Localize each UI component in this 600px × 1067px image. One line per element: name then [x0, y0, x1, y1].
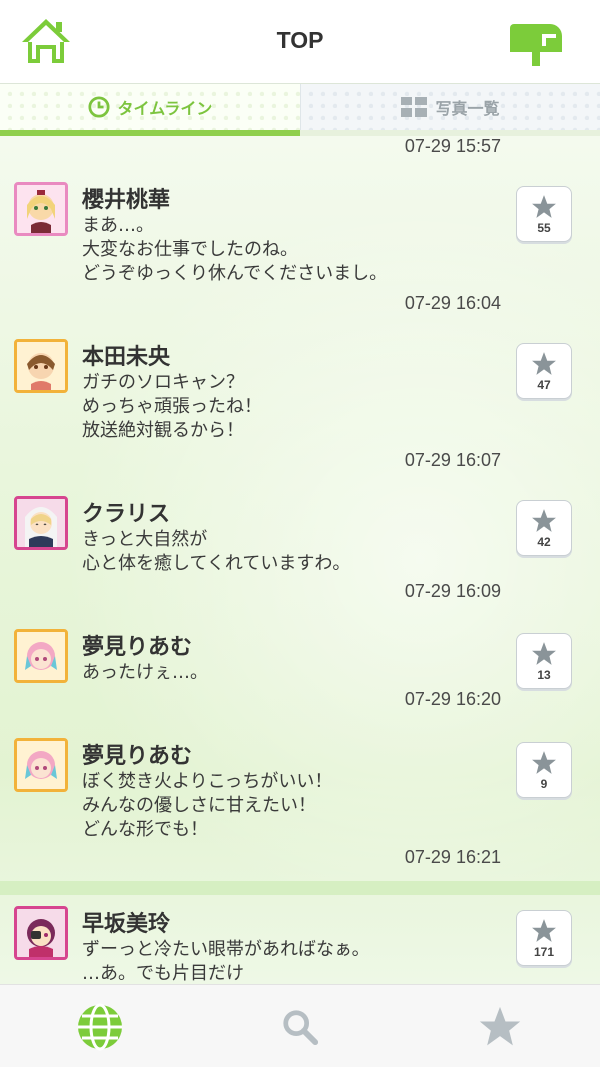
app-header: TOP [0, 0, 600, 84]
message-line: …あ。でも片目だけ [82, 963, 244, 984]
avatar[interactable] [14, 339, 68, 393]
message-line: 心と体を癒してくれていますわ。 [82, 553, 351, 574]
mailbox-button[interactable] [508, 18, 564, 66]
like-count: 47 [537, 377, 551, 392]
tab-bar: タイムライン 写真一覧 [0, 84, 600, 136]
poster-name: 本田未央 [82, 345, 171, 370]
poster-name: 夢見りあむ [82, 744, 193, 769]
star-icon [532, 351, 556, 375]
message-line: ぼく焚き火よりこっちがいい！ [82, 771, 333, 792]
post-message: ぼく焚き火よりこっちがいい！ みんなの優しさに甘えたい！ どんな形でも！ [82, 770, 502, 842]
message-line: まあ…。 [82, 215, 154, 236]
star-icon [532, 750, 556, 774]
post-timestamp: 07-29 16:21 [404, 847, 501, 867]
avatar[interactable] [14, 738, 68, 792]
mailbox-icon [510, 24, 562, 66]
star-icon [532, 641, 556, 665]
message-line: どうぞゆっくり休んでくださいまし。 [82, 263, 388, 284]
post-message: ガチのソロキャン？ めっちゃ頑張ったね！ 放送絶対観るから！ [82, 371, 502, 443]
post-message: あったけぇ…。 [82, 661, 502, 685]
post-message: きっと大自然が 心と体を癒してくれていますわ。 [82, 528, 502, 576]
post-message: ずーっと冷たい眼帯があればなぁ。 …あ。でも片目だけ [82, 938, 502, 984]
avatar[interactable] [14, 182, 68, 236]
tab-label: タイムライン [117, 99, 213, 118]
message-line: めっちゃ頑張ったね！ [82, 396, 262, 417]
clock-icon [88, 96, 110, 118]
poster-name: 櫻井桃華 [82, 188, 171, 213]
like-button[interactable]: 13 [516, 633, 572, 689]
nav-favorites-button[interactable] [400, 985, 600, 1067]
poster-name: 早坂美玲 [82, 912, 171, 937]
post-message: まあ…。 大変なお仕事でしたのね。 どうぞゆっくり休んでくださいまし。 [82, 214, 502, 286]
like-button[interactable]: 9 [516, 742, 572, 798]
post-timestamp: 07-29 15:57 [404, 136, 501, 156]
like-count: 13 [537, 667, 551, 682]
message-line: きっと大自然が [82, 529, 208, 550]
tab-timeline[interactable]: タイムライン [0, 84, 300, 130]
tab-label: 写真一覧 [435, 99, 500, 118]
bottom-nav [0, 984, 600, 1067]
like-count: 55 [537, 220, 551, 235]
message-line: ずーっと冷たい眼帯があればなぁ。 [82, 939, 370, 960]
post-divider [0, 881, 600, 895]
nav-search-button[interactable] [200, 985, 400, 1067]
tab-photo-list[interactable]: 写真一覧 [300, 84, 600, 130]
poster-name: クラリス [82, 502, 171, 527]
like-button[interactable]: 42 [516, 500, 572, 556]
poster-name: 夢見りあむ [82, 635, 193, 660]
avatar[interactable] [14, 629, 68, 683]
post-timestamp: 07-29 16:09 [404, 581, 501, 601]
timeline-feed[interactable]: 07-29 15:57 櫻井桃華 まあ…。 大変なお仕事でしたのね。 どうぞゆっ… [0, 136, 600, 984]
avatar[interactable] [14, 906, 68, 960]
star-icon [479, 1006, 521, 1045]
post-timestamp: 07-29 16:04 [404, 293, 501, 313]
star-icon [532, 194, 556, 218]
post-timestamp: 07-29 16:07 [404, 450, 501, 470]
like-count: 9 [540, 776, 548, 791]
globe-icon [78, 1003, 122, 1050]
search-icon [283, 1009, 319, 1045]
message-line: ガチのソロキャン？ [82, 372, 244, 393]
like-button[interactable]: 171 [516, 910, 572, 966]
post-timestamp: 07-29 16:20 [404, 689, 501, 709]
message-line: どんな形でも！ [82, 819, 208, 840]
nav-timeline-button[interactable] [0, 985, 200, 1067]
star-icon [532, 918, 556, 942]
message-line: あったけぇ…。 [82, 662, 208, 683]
like-button[interactable]: 55 [516, 186, 572, 242]
star-icon [532, 508, 556, 532]
like-button[interactable]: 47 [516, 343, 572, 399]
grid-icon [401, 97, 428, 117]
message-line: 放送絶対観るから！ [82, 420, 244, 441]
message-line: みんなの優しさに甘えたい！ [82, 795, 316, 816]
message-line: 大変なお仕事でしたのね。 [82, 239, 298, 260]
like-count: 42 [537, 534, 551, 549]
like-count: 171 [533, 944, 555, 959]
avatar[interactable] [14, 496, 68, 550]
